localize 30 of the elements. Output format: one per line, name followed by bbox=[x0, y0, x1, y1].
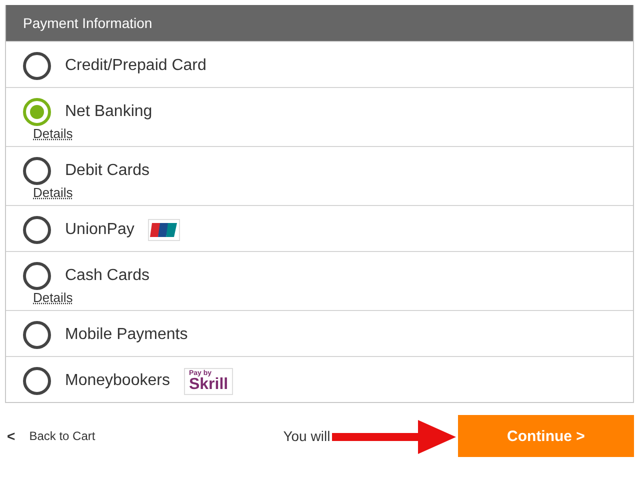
payment-option[interactable]: Net Banking Details bbox=[6, 87, 633, 146]
option-label: Debit Cards bbox=[65, 162, 150, 180]
payment-option[interactable]: UnionPay bbox=[6, 205, 633, 251]
option-label: Credit/Prepaid Card bbox=[65, 57, 206, 75]
radio-button[interactable] bbox=[23, 52, 51, 80]
billing-note: You will bbox=[283, 428, 330, 444]
back-to-cart-link[interactable]: Back to Cart bbox=[29, 429, 96, 443]
payment-option[interactable]: Debit Cards Details bbox=[6, 146, 633, 205]
radio-button[interactable] bbox=[23, 157, 51, 185]
radio-button[interactable] bbox=[23, 321, 51, 349]
option-label: Cash Cards bbox=[65, 267, 150, 285]
option-label: Mobile Payments bbox=[65, 326, 188, 344]
radio-button[interactable] bbox=[23, 98, 51, 126]
option-label: Moneybookers bbox=[65, 372, 170, 390]
option-label: UnionPay bbox=[65, 221, 134, 239]
radio-button[interactable] bbox=[23, 367, 51, 395]
payment-option[interactable]: Mobile Payments bbox=[6, 310, 633, 356]
option-label: Net Banking bbox=[65, 103, 152, 121]
radio-button[interactable] bbox=[23, 216, 51, 244]
details-link[interactable]: Details bbox=[33, 290, 73, 305]
card-logo-icon bbox=[148, 219, 180, 241]
payment-option[interactable]: Cash Cards Details bbox=[6, 251, 633, 310]
back-icon[interactable]: < bbox=[7, 428, 16, 444]
panel-title: Payment Information bbox=[23, 15, 152, 31]
logo-wordmark: Skrill bbox=[188, 376, 228, 392]
radio-button[interactable] bbox=[23, 262, 51, 290]
arrow-icon bbox=[330, 417, 458, 457]
details-link[interactable]: Details bbox=[33, 126, 73, 141]
payment-option[interactable]: Credit/Prepaid Card bbox=[6, 41, 633, 87]
details-link[interactable]: Details bbox=[33, 185, 73, 200]
